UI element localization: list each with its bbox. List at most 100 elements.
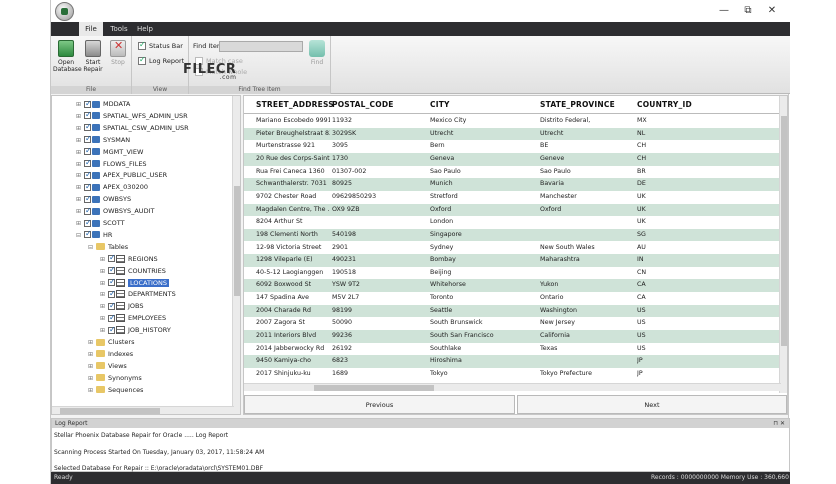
expand-toggle-icon[interactable]: ⊞ <box>88 361 96 372</box>
expand-toggle-icon[interactable]: ⊞ <box>100 289 108 300</box>
table-row[interactable]: Magdalen Centre, The ... OX9 9ZB Oxford Oxf… <box>244 203 781 217</box>
open-database-button[interactable]: Open Database <box>53 40 82 73</box>
start-repair-button[interactable]: Start Repair <box>80 40 106 73</box>
column-header[interactable]: STATE_PROVINCE <box>540 100 615 109</box>
tree-checkbox[interactable] <box>84 217 92 228</box>
tree-item[interactable]: ⊞ SPATIAL_CSW_ADMIN_USR <box>76 121 189 134</box>
tree-vertical-scrollbar[interactable] <box>232 96 240 414</box>
tree-horizontal-scrollbar[interactable] <box>52 406 234 414</box>
log-pin-close-icon[interactable]: ⊓ ✕ <box>773 419 785 428</box>
expand-toggle-icon[interactable]: ⊞ <box>88 349 96 360</box>
tree-item[interactable]: ⊞ DEPARTMENTS <box>100 288 176 300</box>
table-row[interactable]: 40-5-12 Laogianggen 190518 Beijing CN <box>244 267 781 280</box>
table-row[interactable]: 2011 Interiors Blvd 99236 South San Franci… <box>244 330 781 343</box>
tree-item[interactable]: ⊟ Tables <box>88 242 128 253</box>
expand-toggle-icon[interactable]: ⊟ <box>76 230 84 241</box>
expand-toggle-icon[interactable]: ⊞ <box>76 99 84 110</box>
tree-checkbox[interactable] <box>84 98 92 109</box>
table-row[interactable]: 9450 Kamiya-cho 6823 Hiroshima JP <box>244 355 781 368</box>
next-button[interactable]: Next <box>517 395 787 414</box>
expand-toggle-icon[interactable]: ⊞ <box>100 301 108 312</box>
tab-help[interactable]: Help <box>135 22 155 36</box>
expand-toggle-icon[interactable]: ⊞ <box>76 206 84 217</box>
tree-checkbox[interactable] <box>84 228 92 239</box>
table-row[interactable]: 198 Clementi North 540198 Singapore SG <box>244 228 781 242</box>
tree-item[interactable]: ⊞ JOBS <box>100 300 144 312</box>
table-row[interactable]: 2017 Shinjuku-ku 1689 Tokyo Tokyo Prefectur… <box>244 368 781 381</box>
table-row[interactable]: 12-98 Victoria Street 2901 Sydney New South… <box>244 242 781 255</box>
table-row[interactable]: 2004 Charade Rd 98199 Seattle Washington US <box>244 304 781 318</box>
column-header[interactable]: COUNTRY_ID <box>637 100 692 109</box>
expand-toggle-icon[interactable]: ⊞ <box>76 123 84 134</box>
column-header[interactable]: CITY <box>430 100 450 109</box>
expand-toggle-icon[interactable]: ⊞ <box>100 278 108 289</box>
tab-tools[interactable]: Tools <box>107 22 131 36</box>
tree-checkbox[interactable] <box>84 121 92 132</box>
tree-item[interactable]: ⊞ SPATIAL_WFS_ADMIN_USR <box>76 109 188 122</box>
expand-toggle-icon[interactable]: ⊞ <box>76 135 84 146</box>
expand-toggle-icon[interactable]: ⊞ <box>88 337 96 348</box>
tree-item[interactable]: ⊞ Views <box>88 361 127 372</box>
tree-checkbox[interactable] <box>84 109 92 120</box>
tree-item[interactable]: ⊞ Clusters <box>88 337 134 348</box>
expand-toggle-icon[interactable]: ⊞ <box>76 147 84 158</box>
tree-item[interactable]: ⊞ APEX_PUBLIC_USER <box>76 169 167 181</box>
tree-item[interactable]: ⊞ APEX_030200 <box>76 181 148 193</box>
find-button[interactable]: Find <box>307 40 327 66</box>
tree-item[interactable]: ⊞ EMPLOYEES <box>100 312 166 324</box>
expand-toggle-icon[interactable]: ⊞ <box>76 218 84 229</box>
previous-button[interactable]: Previous <box>244 395 515 414</box>
close-button[interactable]: ✕ <box>763 4 781 18</box>
expand-toggle-icon[interactable]: ⊞ <box>88 385 96 396</box>
expand-toggle-icon[interactable]: ⊞ <box>100 325 108 336</box>
tree-checkbox[interactable] <box>84 169 92 180</box>
tree-checkbox[interactable] <box>108 264 116 275</box>
grid-horizontal-scrollbar[interactable] <box>244 383 781 391</box>
tree-item[interactable]: ⊞ Synonyms <box>88 373 142 384</box>
column-header[interactable]: STREET_ADDRESS <box>256 100 334 109</box>
expand-toggle-icon[interactable]: ⊟ <box>88 242 96 253</box>
tree-item[interactable]: ⊞ LOCATIONS <box>100 276 169 289</box>
tree-item[interactable]: ⊞ MGMT_VIEW <box>76 145 143 158</box>
tree-item[interactable]: ⊞ Sequences <box>88 385 143 396</box>
tree-item[interactable]: ⊞ OWBSYS_AUDIT <box>76 205 154 217</box>
scroll-thumb[interactable] <box>781 116 787 346</box>
tree-checkbox[interactable] <box>108 276 116 287</box>
grid-vertical-scrollbar[interactable] <box>779 96 787 393</box>
tree-checkbox[interactable] <box>108 300 116 311</box>
stop-button[interactable]: Stop <box>105 40 131 66</box>
expand-toggle-icon[interactable]: ⊞ <box>88 373 96 384</box>
tree-checkbox[interactable] <box>84 181 92 192</box>
table-row[interactable]: Schwanthalerstr. 7031 80925 Munich Bavaria D… <box>244 178 781 191</box>
tree-item[interactable]: ⊞ JOB_HISTORY <box>100 324 171 336</box>
tree-checkbox[interactable] <box>84 193 92 204</box>
tree-item[interactable]: ⊞ SYSMAN <box>76 133 130 146</box>
tree-item[interactable]: ⊟ HR <box>76 228 112 241</box>
tree-checkbox[interactable] <box>84 133 92 144</box>
log-report-checkbox[interactable]: Log Report <box>138 55 184 66</box>
tree-checkbox[interactable] <box>108 288 116 299</box>
tree-item[interactable]: ⊞ MDDATA <box>76 98 130 110</box>
tree-item[interactable]: ⊞ COUNTRIES <box>100 264 166 277</box>
tree-checkbox[interactable] <box>108 312 116 323</box>
table-row[interactable]: Mariano Escobedo 9991 11932 Mexico City Dis… <box>244 115 781 128</box>
expand-toggle-icon[interactable]: ⊞ <box>76 170 84 181</box>
tree-item[interactable]: ⊞ FLOWS_FILES <box>76 157 147 170</box>
expand-toggle-icon[interactable]: ⊞ <box>76 111 84 122</box>
restore-button[interactable]: ⧉ <box>739 4 757 18</box>
table-row[interactable]: 1298 Vileparle (E) 490231 Bombay Maharashtr… <box>244 254 781 267</box>
table-row[interactable]: 20 Rue des Corps-Saints 1730 Geneva Geneve C… <box>244 152 781 166</box>
scroll-thumb[interactable] <box>234 186 240 296</box>
table-row[interactable]: 2014 Jabberwocky Rd 26192 Southlake Texas US <box>244 343 781 356</box>
find-item-input[interactable] <box>219 41 303 52</box>
expand-toggle-icon[interactable]: ⊞ <box>100 313 108 324</box>
table-row[interactable]: 8204 Arthur St London UK <box>244 216 781 229</box>
tree-checkbox[interactable] <box>84 205 92 216</box>
expand-toggle-icon[interactable]: ⊞ <box>100 266 108 277</box>
column-header[interactable]: POSTAL_CODE <box>332 100 394 109</box>
tree-checkbox[interactable] <box>84 145 92 156</box>
table-row[interactable]: Murtenstrasse 921 3095 Bern BE CH <box>244 140 781 153</box>
tree-checkbox[interactable] <box>84 157 92 168</box>
tree-item[interactable]: ⊞ Indexes <box>88 349 133 360</box>
table-row[interactable]: 9702 Chester Road 09629850293 Stretford Man… <box>244 191 781 204</box>
